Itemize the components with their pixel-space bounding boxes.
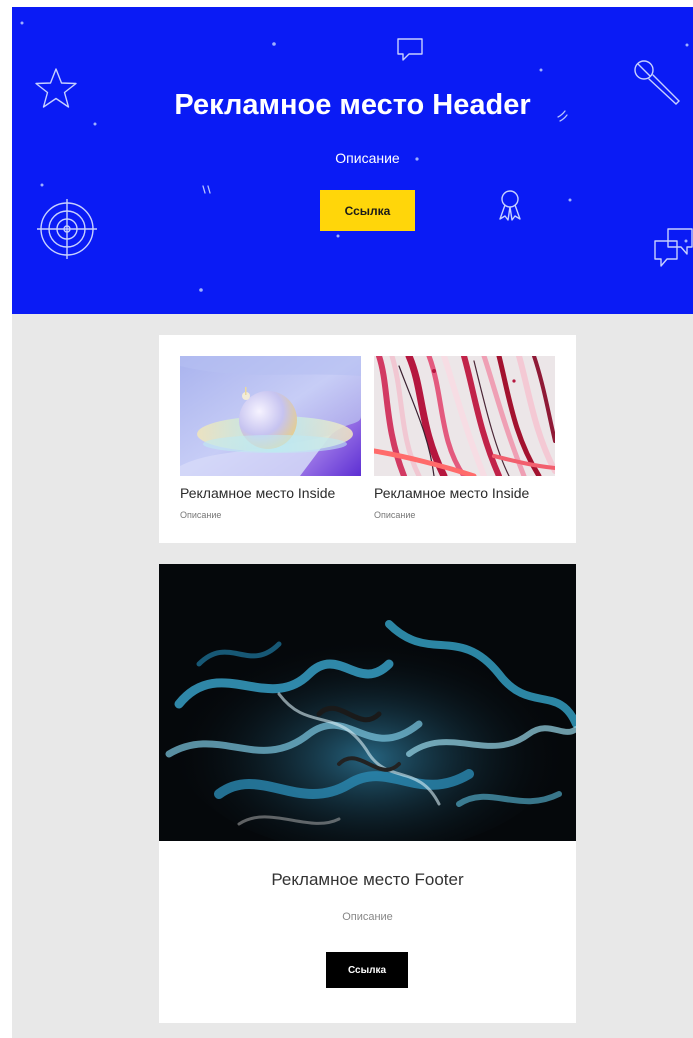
award-ribbon-icon bbox=[499, 190, 521, 221]
footer-description: Описание bbox=[342, 911, 393, 923]
abstract-sphere-image[interactable] bbox=[180, 356, 361, 476]
blue-ink-smoke-image[interactable] bbox=[159, 564, 576, 841]
chat-bubble-icon bbox=[397, 38, 423, 61]
header-description: Описание bbox=[335, 150, 400, 166]
header-banner[interactable]: Рекламное место Header Описание Ссылка bbox=[12, 7, 693, 314]
chat-bubbles-icon bbox=[654, 228, 693, 267]
page-background: Рекламное место Header Описание Ссылка Р… bbox=[12, 7, 693, 1038]
inside-ad-card: Рекламное место Inside Описание Рекламно… bbox=[159, 335, 576, 543]
inside-item-title[interactable]: Рекламное место Inside bbox=[374, 485, 564, 501]
footer-ad-card: Рекламное место Footer Описание Ссылка bbox=[159, 564, 576, 1023]
footer-link-button[interactable]: Ссылка bbox=[326, 952, 408, 988]
header-title: Рекламное место Header bbox=[174, 89, 531, 121]
red-marble-paint-image[interactable] bbox=[374, 356, 555, 476]
target-icon bbox=[37, 199, 97, 259]
inside-item-description: Описание bbox=[374, 510, 416, 520]
inside-item-description: Описание bbox=[180, 510, 222, 520]
footer-title: Рекламное место Footer bbox=[271, 870, 464, 889]
header-link-button[interactable]: Ссылка bbox=[320, 190, 415, 231]
inside-item-title[interactable]: Рекламное место Inside bbox=[180, 485, 370, 501]
